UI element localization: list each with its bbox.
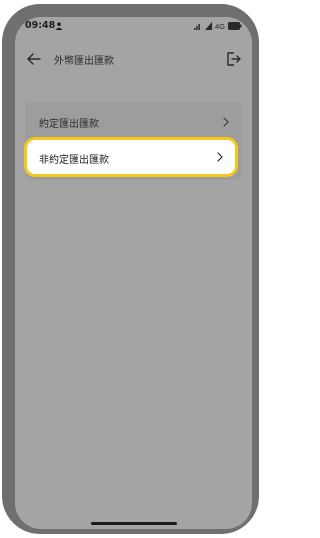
app-screen: 09:48 4G 外幣匯出匯款 約定匯出匯款 非約定匯出匯款	[15, 17, 252, 529]
phone-frame: 09:48 4G 外幣匯出匯款 約定匯出匯款 非約定匯出匯款	[2, 4, 259, 534]
home-indicator[interactable]	[91, 522, 177, 525]
person-icon	[55, 22, 63, 30]
arrow-left-icon[interactable]	[25, 50, 43, 68]
network-type: 4G	[214, 21, 225, 31]
chevron-right-icon	[217, 152, 223, 162]
logout-icon[interactable]	[224, 50, 242, 68]
status-bar: 09:48 4G	[15, 17, 252, 37]
menu-item-agreed-remittance[interactable]: 約定匯出匯款	[25, 104, 241, 140]
menu-item-label: 約定匯出匯款	[39, 119, 99, 130]
wifi-icon	[193, 24, 200, 30]
page-title: 外幣匯出匯款	[54, 56, 114, 67]
status-time: 09:48	[25, 20, 56, 31]
signal-icon	[204, 22, 212, 30]
menu-item-non-agreed-remittance[interactable]: 非約定匯出匯款	[24, 137, 238, 177]
chevron-right-icon	[223, 117, 229, 127]
app-bar: 外幣匯出匯款	[15, 47, 252, 71]
menu-item-label: 非約定匯出匯款	[39, 155, 109, 166]
status-icons: 4G	[193, 21, 242, 31]
battery-icon	[228, 22, 242, 30]
